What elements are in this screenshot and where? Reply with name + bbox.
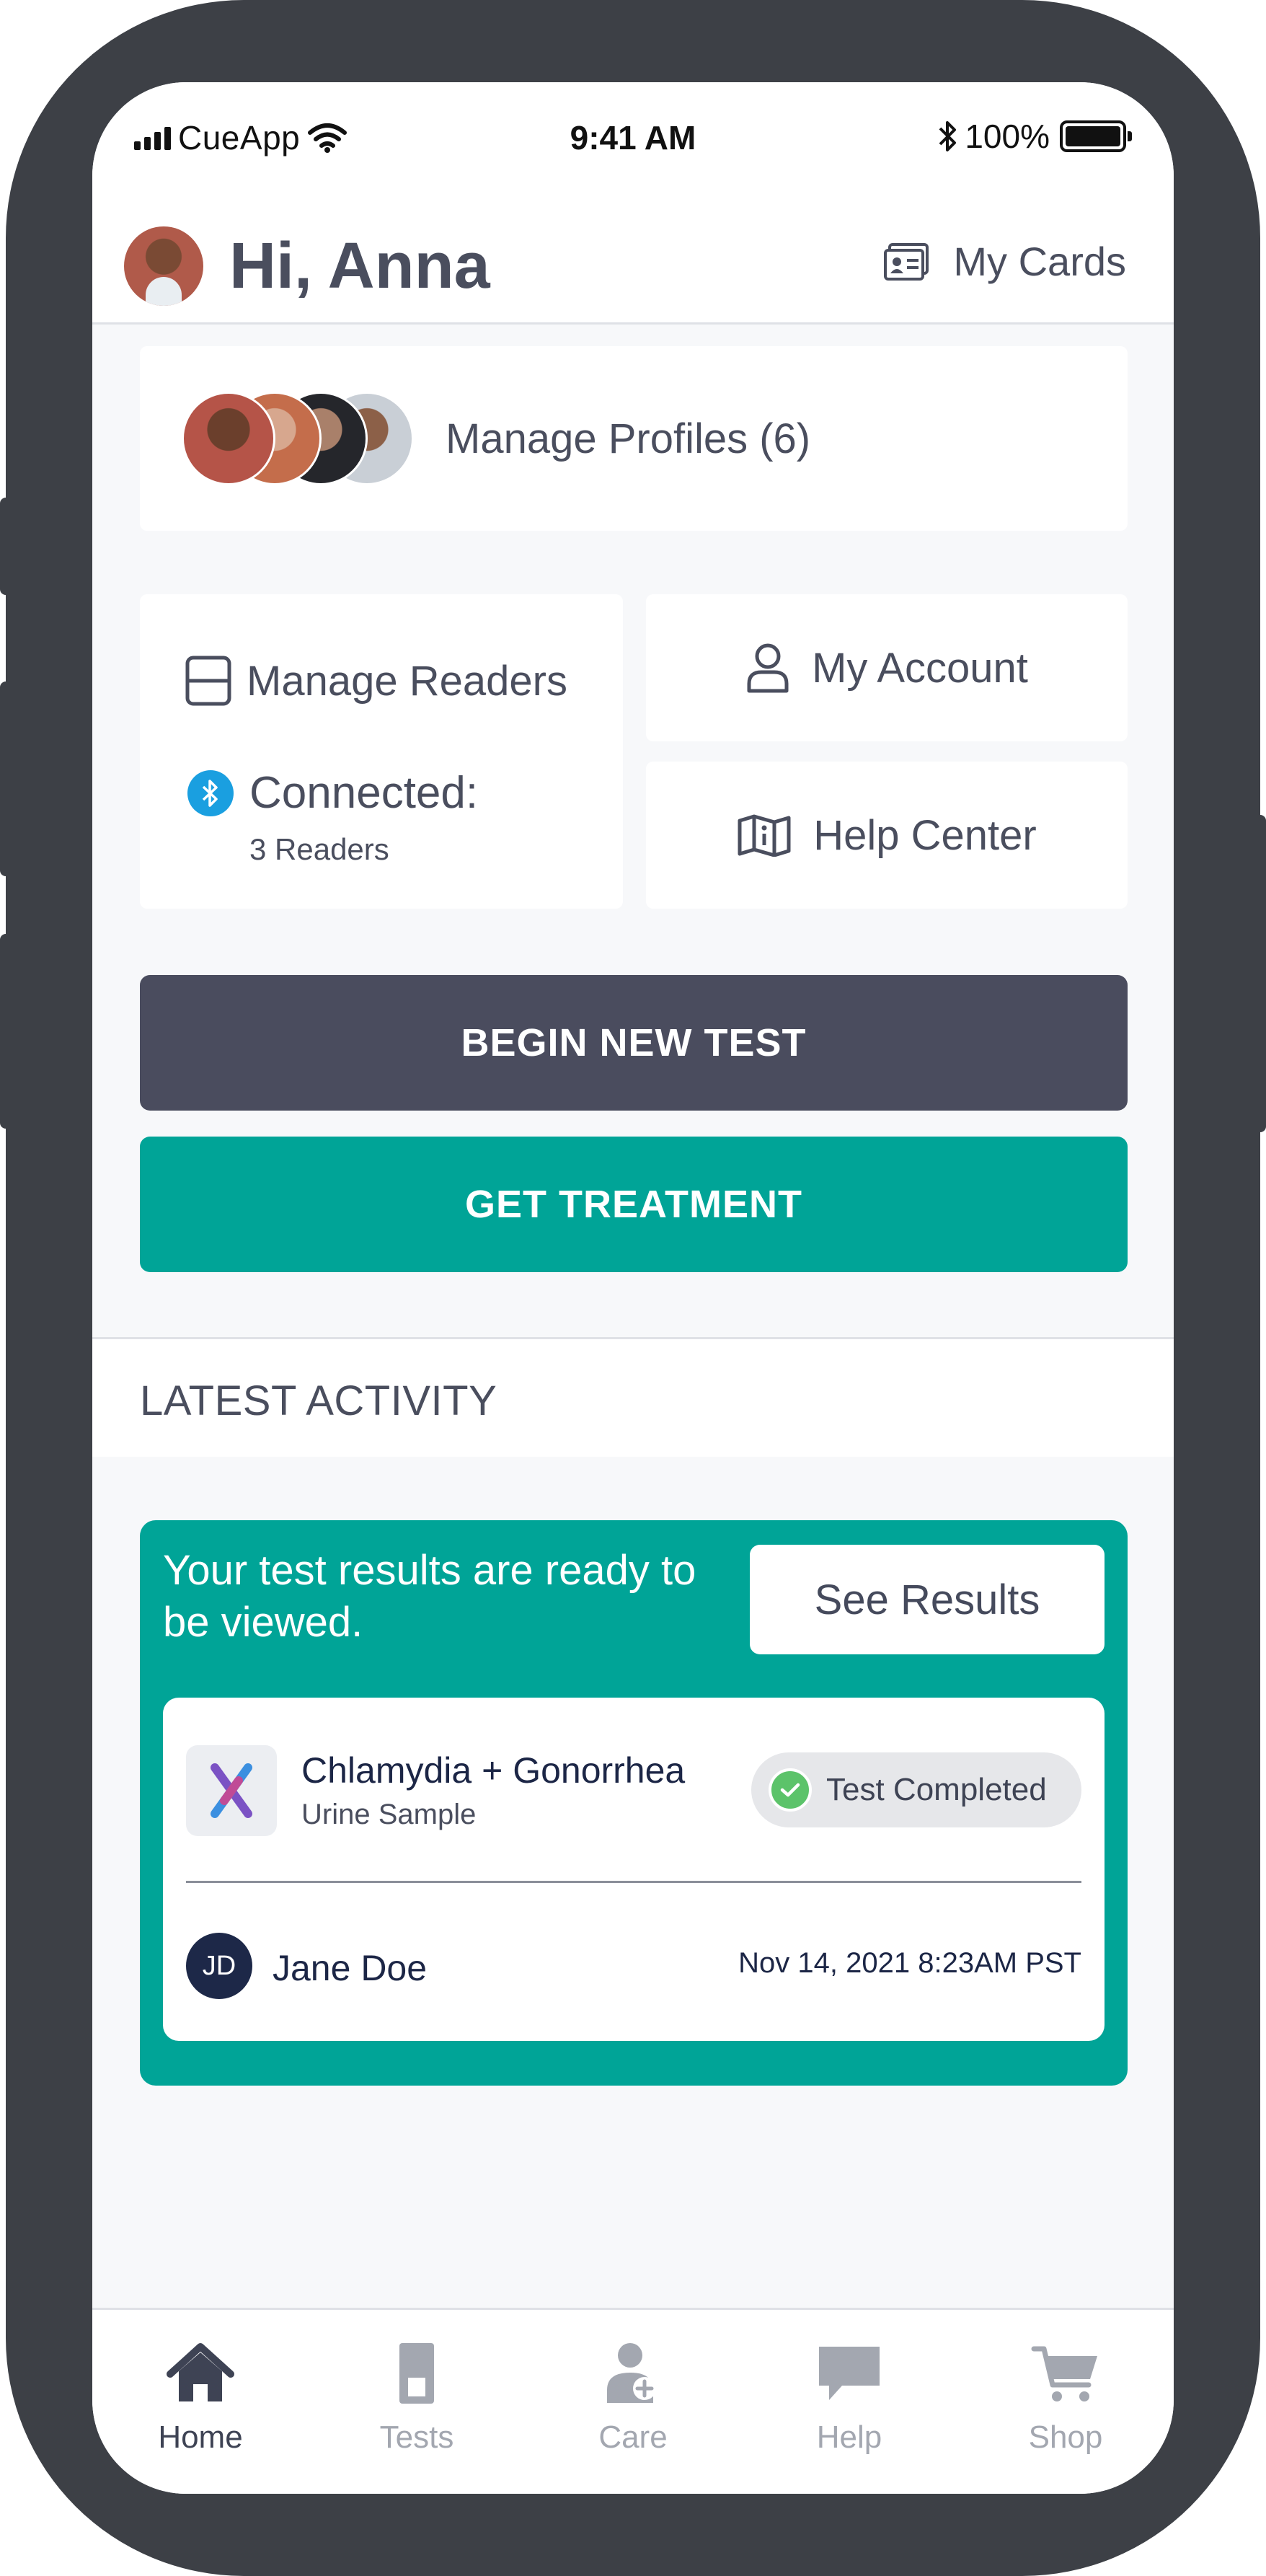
tab-label: Shop [1028,2420,1103,2455]
latest-activity-title: LATEST ACTIVITY [140,1377,497,1424]
my-cards-button[interactable]: My Cards [882,238,1126,285]
get-treatment-button[interactable]: GET TREATMENT [140,1137,1128,1272]
my-account-card[interactable]: My Account [646,594,1128,741]
battery-percent: 100% [965,118,1050,155]
my-cards-label: My Cards [953,239,1126,284]
reader-device-icon [185,656,231,706]
test-type-icon [186,1745,277,1836]
readers-header: Manage Readers [185,655,567,707]
tab-label: Tests [379,2420,454,2455]
profile-avatars [182,392,420,485]
status-right: 100% [937,117,1132,156]
test-name: Chlamydia + Gonorrhea [301,1750,686,1791]
manage-readers-card[interactable]: Manage Readers Connected: 3 Readers [140,594,623,909]
greeting: Hi, Anna [229,230,490,302]
test-sample-type: Urine Sample [301,1799,477,1830]
tab-label: Help [816,2420,882,2455]
test-kit-icon [381,2337,453,2409]
status-badge: Test Completed [751,1752,1081,1827]
care-icon [597,2337,669,2409]
patient-name: Jane Doe [273,1948,428,1988]
begin-new-test-button[interactable]: BEGIN NEW TEST [140,975,1128,1111]
help-center-card[interactable]: Help Center [646,762,1128,909]
volume-down-button [0,934,10,1129]
bluetooth-status-icon [939,121,957,151]
manage-profiles-card[interactable]: Manage Profiles (6) [140,346,1128,531]
help-center-label: Help Center [813,811,1037,859]
app-screen: CueApp 9:41 AM 100% Hi, Anna My Cards Ma… [92,82,1174,2494]
connected-readers-count: 3 Readers [249,832,389,866]
avatar[interactable] [124,226,203,306]
check-circle-icon [769,1768,812,1812]
connected-label: Connected: [249,768,479,818]
power-button [1256,815,1266,1132]
cart-icon [1030,2337,1102,2409]
latest-activity-header: LATEST ACTIVITY [92,1337,1174,1457]
connection-status: Connected: [187,767,478,819]
home-icon [164,2337,236,2409]
manage-readers-label: Manage Readers [247,657,567,705]
tab-label: Home [158,2420,243,2455]
battery-icon [1060,120,1132,152]
test-timestamp: Nov 14, 2021 8:23AM PST [738,1947,1081,1979]
tab-help[interactable]: Help [741,2310,957,2494]
my-account-label: My Account [812,644,1028,692]
app-header: Hi, Anna My Cards [92,205,1174,325]
tab-care[interactable]: Care [525,2310,741,2494]
avatar-initials: JD [186,1933,252,1999]
tab-home[interactable]: Home [92,2310,309,2494]
test-result-card[interactable]: Chlamydia + Gonorrhea Urine Sample Test … [163,1698,1105,2041]
tab-shop[interactable]: Shop [957,2310,1174,2494]
tab-label: Care [598,2420,668,2455]
bottom-tab-bar: Home Tests Care Help Shop [92,2308,1174,2494]
id-card-icon [884,242,929,281]
divider [186,1881,1081,1883]
volume-up-button [0,682,10,876]
status-bar: CueApp 9:41 AM 100% [92,82,1174,205]
bluetooth-icon [187,769,234,816]
status-badge-label: Test Completed [826,1772,1047,1807]
chat-icon [813,2337,885,2409]
silent-switch [0,498,10,595]
user-icon [747,643,789,693]
profile-avatar [182,392,275,485]
manage-profiles-label: Manage Profiles (6) [446,415,811,462]
tab-tests[interactable]: Tests [309,2310,525,2494]
map-info-icon [738,814,791,857]
test-result-panel: Your test results are ready to be viewed… [140,1520,1128,2086]
results-ready-message: Your test results are ready to be viewed… [163,1547,696,1646]
see-results-button[interactable]: See Results [750,1545,1105,1654]
